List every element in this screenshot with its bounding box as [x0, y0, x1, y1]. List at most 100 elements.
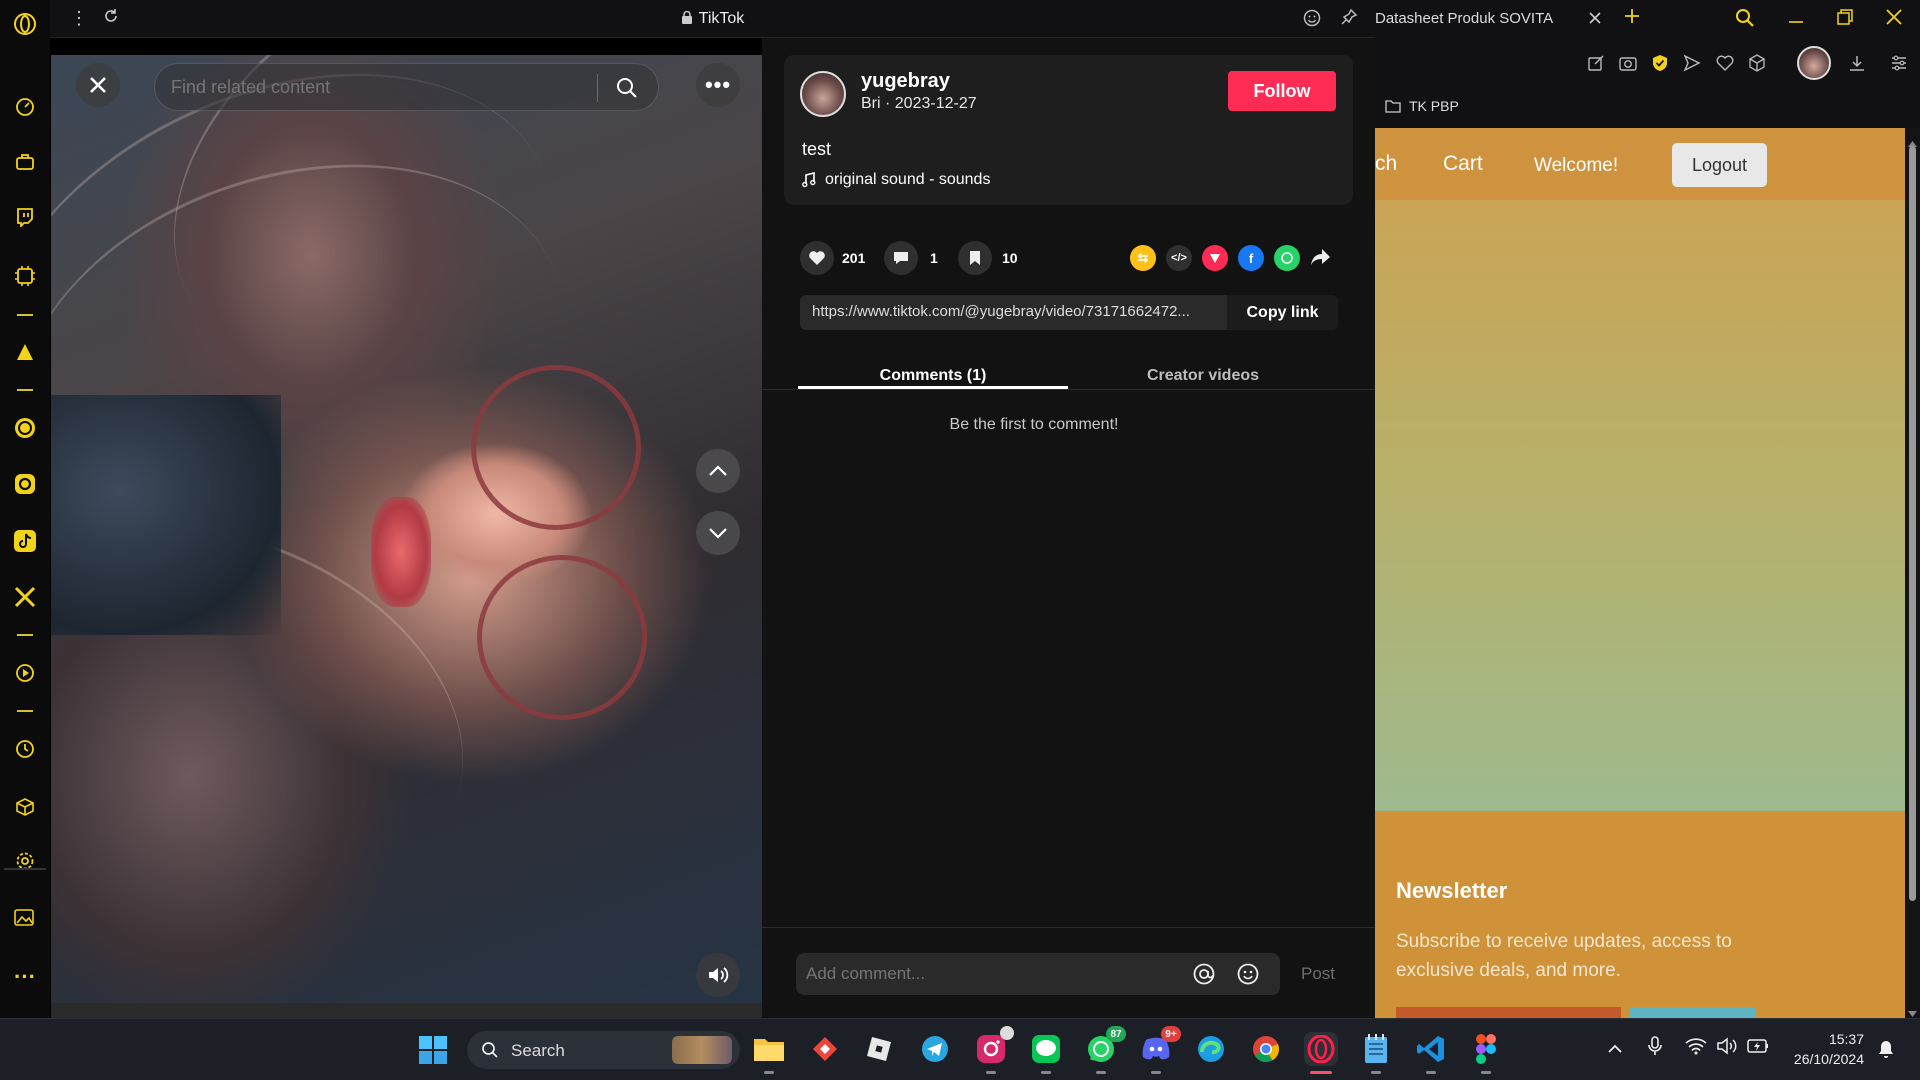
- next-video-button[interactable]: [696, 511, 740, 555]
- player-icon[interactable]: [13, 661, 37, 685]
- instagram-app-icon[interactable]: [974, 1026, 1014, 1074]
- pin-icon[interactable]: [1340, 8, 1358, 31]
- page-scrollbar[interactable]: [1905, 128, 1920, 1018]
- embed-code-icon[interactable]: </>: [1166, 245, 1192, 271]
- minimize-icon[interactable]: [1787, 8, 1805, 31]
- briefcase-icon[interactable]: [13, 150, 37, 174]
- battery-charging-icon[interactable]: [1747, 1038, 1769, 1059]
- download-icon[interactable]: [1848, 54, 1866, 77]
- x-twitter-icon[interactable]: [13, 585, 37, 609]
- running-indicator: [986, 1071, 996, 1074]
- microphone-icon[interactable]: [1648, 1036, 1662, 1061]
- volume-button[interactable]: [696, 953, 740, 997]
- more-options-button[interactable]: •••: [696, 63, 740, 107]
- send-to-friends-icon[interactable]: [1202, 245, 1228, 271]
- easy-setup-icon[interactable]: [1890, 54, 1908, 77]
- tray-chevron-up-icon[interactable]: [1607, 1041, 1623, 1059]
- chrome-icon[interactable]: [1249, 1032, 1283, 1066]
- comment-input[interactable]: [806, 962, 1186, 986]
- send-arrow-icon[interactable]: [1683, 54, 1701, 77]
- tabs-divider: [762, 389, 1375, 390]
- profile-avatar[interactable]: [1797, 46, 1831, 80]
- telegram-icon[interactable]: [918, 1032, 952, 1066]
- emoji-picker-icon[interactable]: [1236, 962, 1260, 991]
- extensions-cube-icon[interactable]: [13, 795, 37, 819]
- ai-chip-icon[interactable]: [13, 264, 37, 288]
- aria-icon[interactable]: [13, 340, 37, 364]
- search-input[interactable]: [171, 74, 571, 100]
- whatsapp-app-icon[interactable]: 87: [1084, 1026, 1126, 1074]
- subscribe-button[interactable]: [1630, 1007, 1756, 1018]
- file-explorer-icon[interactable]: [752, 1032, 786, 1074]
- speed-dial-icon[interactable]: [13, 95, 37, 119]
- vscode-icon[interactable]: [1414, 1032, 1448, 1074]
- windows-start-icon[interactable]: [418, 1035, 448, 1070]
- avatar[interactable]: [800, 71, 846, 117]
- notepad-icon[interactable]: [1359, 1032, 1393, 1074]
- tiktok-window-titlebar: ⋮ TikTok: [50, 0, 1375, 38]
- newsletter-input[interactable]: [1396, 1007, 1621, 1018]
- restore-window-icon[interactable]: [1836, 8, 1854, 31]
- search-icon[interactable]: [615, 76, 639, 105]
- follow-button[interactable]: Follow: [1228, 71, 1336, 111]
- facebook-icon[interactable]: f: [1238, 245, 1264, 271]
- tiktok-icon[interactable]: [13, 529, 37, 553]
- taskbar-search-box[interactable]: Search: [467, 1031, 740, 1069]
- previous-video-button[interactable]: [696, 449, 740, 493]
- post-button[interactable]: Post: [1301, 964, 1335, 984]
- history-icon[interactable]: [13, 737, 37, 761]
- nav-item-partial[interactable]: ch: [1375, 152, 1397, 176]
- close-button[interactable]: [76, 63, 120, 107]
- tab-comments[interactable]: Comments (1): [798, 356, 1068, 396]
- copy-link-button[interactable]: Copy link: [1227, 295, 1338, 330]
- favorite-button[interactable]: [958, 241, 992, 275]
- volume-tray-icon[interactable]: [1716, 1037, 1738, 1060]
- wifi-icon[interactable]: [1685, 1037, 1707, 1060]
- clock-time[interactable]: 15:37: [1780, 1031, 1864, 1047]
- right-tab-title[interactable]: Datasheet Produk SOVITA: [1375, 10, 1580, 27]
- extensions-box-icon[interactable]: [1748, 54, 1766, 77]
- camera-snapshot-icon[interactable]: [1619, 54, 1637, 77]
- twitch-icon[interactable]: [13, 205, 37, 229]
- edit-share-icon[interactable]: [1587, 54, 1605, 77]
- opera-logo-icon[interactable]: [13, 12, 37, 36]
- instagram-icon[interactable]: [13, 472, 37, 496]
- more-dots-icon[interactable]: ···: [13, 964, 37, 989]
- discord-icon[interactable]: 9+: [1139, 1026, 1181, 1074]
- clock-date[interactable]: 26/10/2024: [1780, 1051, 1864, 1067]
- windows-taskbar: Search 87 9+ 15:37 26/10/2024: [0, 1018, 1920, 1080]
- video-player[interactable]: •••: [51, 55, 762, 1003]
- bookmark-folder[interactable]: TK PBP: [1385, 98, 1459, 114]
- whatsapp-icon[interactable]: [13, 416, 37, 440]
- line-app-icon[interactable]: [1029, 1032, 1063, 1074]
- video-link-text[interactable]: https://www.tiktok.com/@yugebray/video/7…: [812, 303, 1232, 320]
- opera-gx-icon[interactable]: [1304, 1032, 1338, 1074]
- repost-icon[interactable]: ⇆: [1130, 245, 1156, 271]
- nav-item-cart[interactable]: Cart: [1443, 152, 1483, 176]
- mention-at-icon[interactable]: [1192, 962, 1216, 991]
- anydesk-icon[interactable]: [808, 1032, 842, 1066]
- shield-check-icon[interactable]: [1651, 54, 1669, 77]
- new-tab-plus-icon[interactable]: [1623, 7, 1641, 30]
- whatsapp-share-icon[interactable]: [1274, 245, 1300, 271]
- emoji-icon[interactable]: [1303, 9, 1321, 32]
- logout-button[interactable]: Logout: [1672, 143, 1767, 187]
- roblox-icon[interactable]: [862, 1032, 896, 1066]
- running-indicator: [1310, 1071, 1332, 1074]
- search-tabs-icon[interactable]: [1735, 8, 1755, 33]
- close-tab-icon[interactable]: [1588, 11, 1602, 30]
- like-button[interactable]: [800, 241, 834, 275]
- heart-bookmark-icon[interactable]: [1716, 54, 1734, 77]
- author-username[interactable]: yugebray: [861, 70, 950, 93]
- edge-icon[interactable]: [1194, 1032, 1228, 1066]
- scroll-thumb[interactable]: [1909, 146, 1916, 901]
- close-window-icon[interactable]: [1885, 8, 1903, 31]
- share-arrow-icon[interactable]: [1310, 247, 1332, 272]
- figma-icon[interactable]: [1469, 1032, 1503, 1074]
- video-progress-track[interactable]: [51, 1003, 762, 1018]
- tab-creator-videos[interactable]: Creator videos: [1068, 356, 1338, 396]
- sound-link[interactable]: original sound - sounds: [802, 171, 990, 189]
- comment-button[interactable]: [884, 241, 918, 275]
- notification-bell-icon[interactable]: [1878, 1040, 1894, 1065]
- gallery-icon[interactable]: [13, 905, 37, 929]
